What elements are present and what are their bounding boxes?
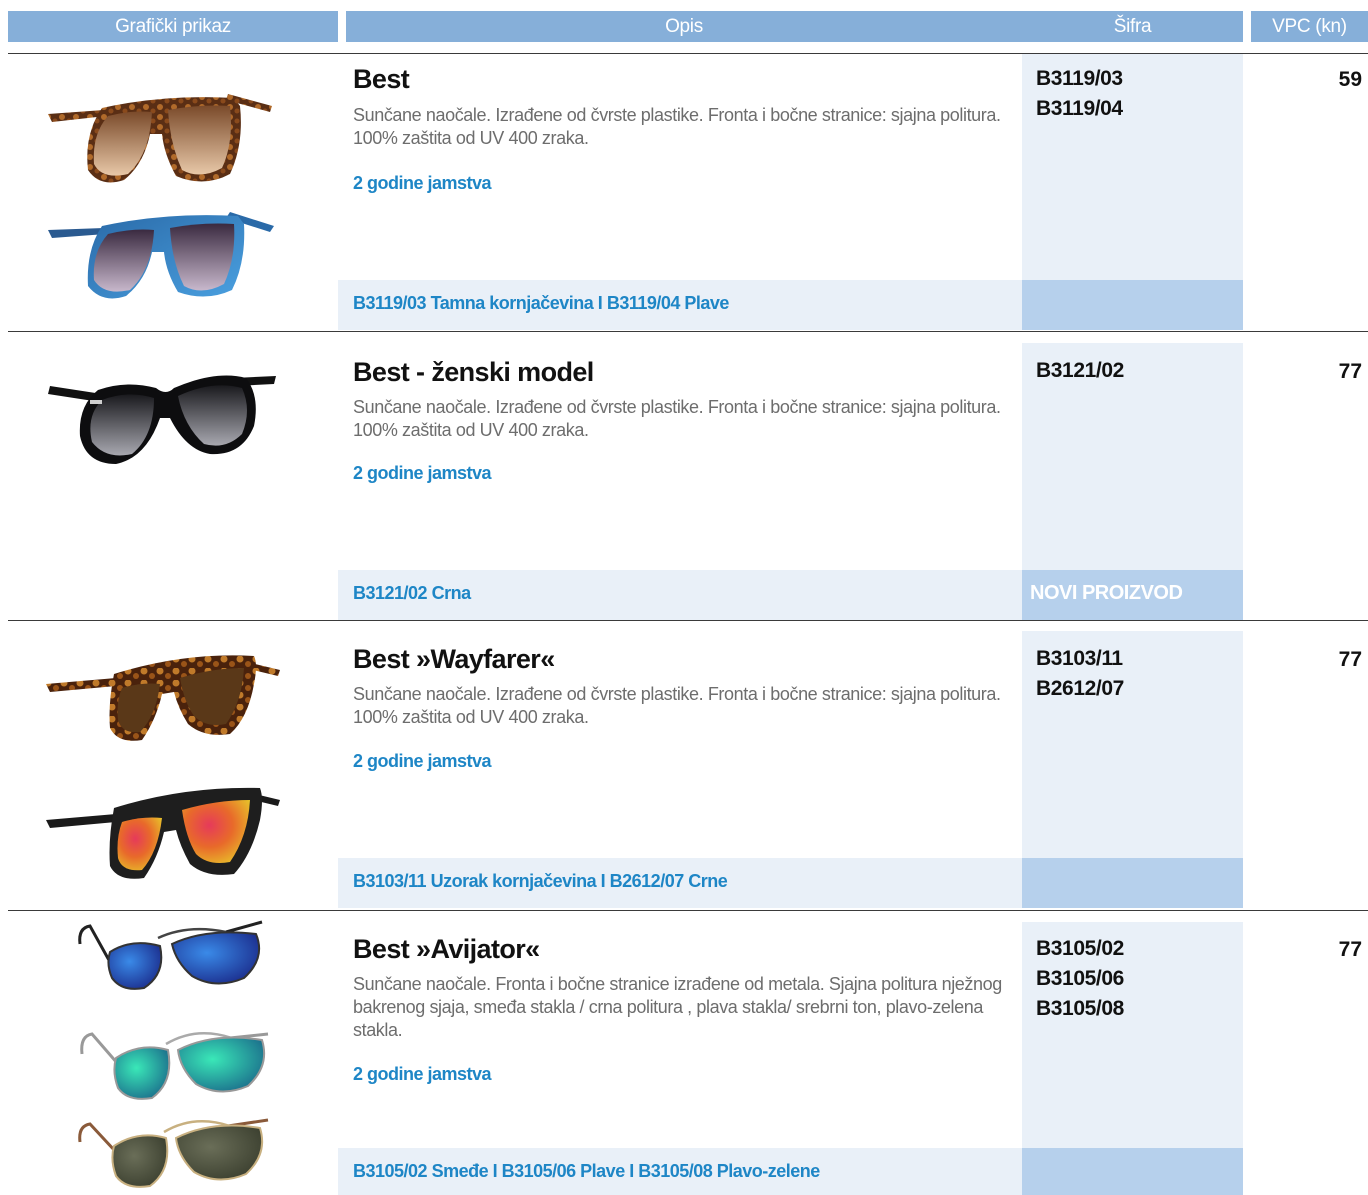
product-code: B3105/02 <box>1036 937 1124 960</box>
variants-bar: B3103/11 Uzorak kornjačevina I B2612/07 … <box>338 858 1022 908</box>
product-code: B3119/03 <box>1036 67 1123 90</box>
row-divider <box>8 620 1368 621</box>
variants-text: B3119/03 Tamna kornjačevina I B3119/04 P… <box>353 293 729 313</box>
row-divider <box>8 910 1368 911</box>
product-price: 77 <box>1338 938 1362 961</box>
warranty-text: 2 godine jamstva <box>353 1064 492 1084</box>
product-title: Best <box>353 64 410 94</box>
variants-text: B3121/02 Crna <box>353 583 471 603</box>
product-price: 77 <box>1338 648 1362 671</box>
variants-text: B3103/11 Uzorak kornjačevina I B2612/07 … <box>353 871 728 891</box>
product-codes: B3119/03 B3119/04 <box>1036 64 1123 124</box>
variants-bar: B3105/02 Smeđe I B3105/06 Plave I B3105/… <box>338 1148 1022 1195</box>
product-description: Sunčane naočale. Fronta i bočne stranice… <box>353 974 1002 1040</box>
product-title: Best - ženski model <box>353 357 594 387</box>
product-code: B3103/11 <box>1036 647 1123 670</box>
header-description: Opis <box>346 11 1022 42</box>
product-price: 77 <box>1338 360 1362 383</box>
warranty-text: 2 godine jamstva <box>353 173 492 193</box>
badge-cell: NOVI PROIZVOD <box>1022 570 1243 620</box>
product-codes: B3103/11 B2612/07 <box>1036 644 1124 704</box>
sunglasses-black-mirror-image <box>46 787 280 879</box>
new-product-badge: NOVI PROIZVOD <box>1030 582 1183 604</box>
sunglasses-tortoise-image <box>48 94 272 183</box>
product-codes: B3121/02 <box>1036 356 1124 386</box>
variants-text: B3105/02 Smeđe I B3105/06 Plave I B3105/… <box>353 1161 820 1181</box>
product-title: Best »Avijator« <box>353 934 540 964</box>
badge-cell <box>1022 280 1243 330</box>
header-code: Šifra <box>1022 11 1243 42</box>
sunglasses-tortoise-wayfarer-image <box>46 655 280 741</box>
header-price: VPC (kn) <box>1251 11 1368 42</box>
product-description: Sunčane naočale. Izrađene od čvrste plas… <box>353 105 1001 148</box>
product-code: B3105/06 <box>1036 967 1124 990</box>
product-description: Sunčane naočale. Izrađene od čvrste plas… <box>353 397 1001 440</box>
badge-cell <box>1022 1148 1243 1195</box>
variants-bar: B3119/03 Tamna kornjačevina I B3119/04 P… <box>338 280 1022 330</box>
aviator-olive-image <box>78 1118 269 1188</box>
warranty-text: 2 godine jamstva <box>353 463 492 483</box>
aviator-blue-image <box>78 920 263 990</box>
sunglasses-black-cateye-image <box>48 375 276 464</box>
product-description: Sunčane naočale. Izrađene od čvrste plas… <box>353 684 1001 727</box>
product-title: Best »Wayfarer« <box>353 644 555 674</box>
aviator-green-image <box>80 1032 269 1100</box>
product-codes: B3105/02 B3105/06 B3105/08 <box>1036 934 1124 1024</box>
warranty-text: 2 godine jamstva <box>353 751 492 771</box>
header-graphic: Grafički prikaz <box>8 11 338 42</box>
row-divider <box>8 331 1368 332</box>
product-price: 59 <box>1338 68 1362 91</box>
product-code: B3121/02 <box>1036 359 1124 382</box>
product-code: B3105/08 <box>1036 997 1124 1020</box>
sunglasses-blue-image <box>48 212 274 299</box>
product-code: B3119/04 <box>1036 97 1123 120</box>
product-code: B2612/07 <box>1036 677 1124 700</box>
badge-cell <box>1022 858 1243 908</box>
variants-bar: B3121/02 Crna <box>338 570 1022 620</box>
